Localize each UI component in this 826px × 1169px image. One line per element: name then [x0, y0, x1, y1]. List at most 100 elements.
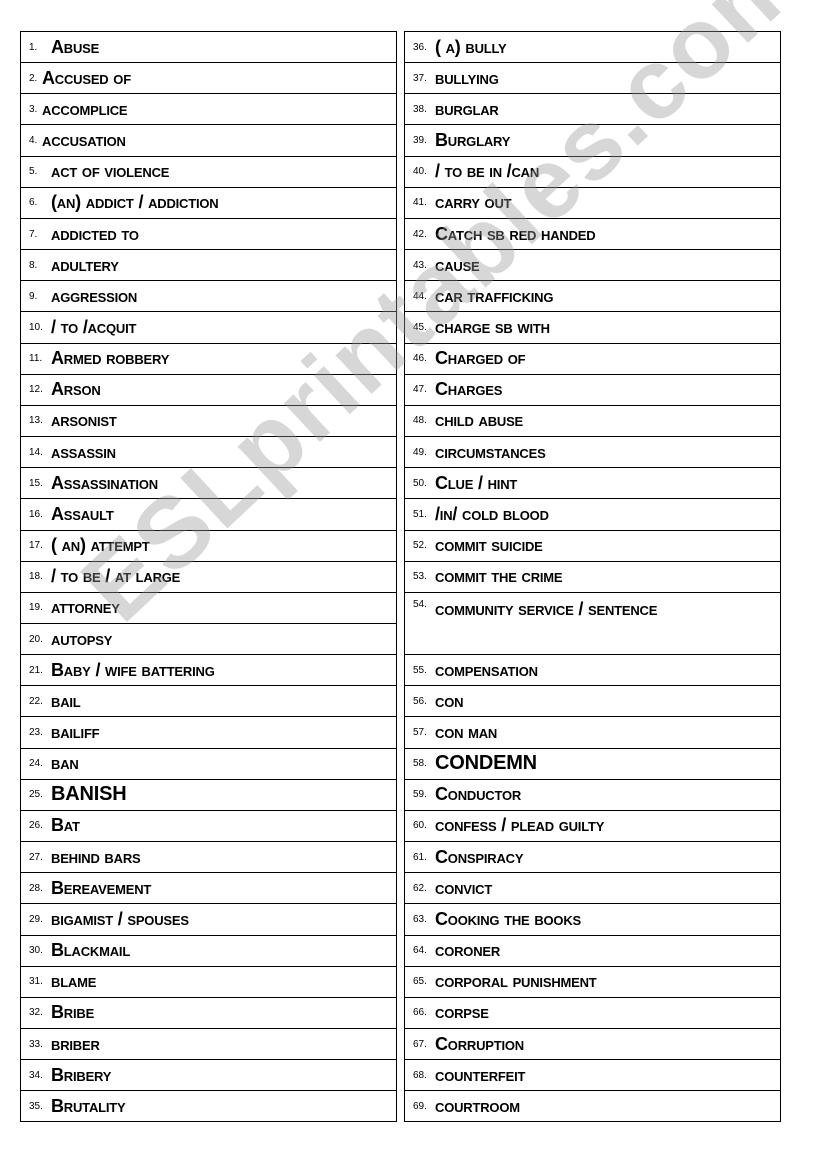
vocabulary-term: / to be / at large — [51, 566, 181, 587]
vocabulary-row: 43. cause — [405, 250, 780, 282]
vocabulary-term: Conspiracy — [435, 846, 524, 867]
vocabulary-term: attorney — [51, 597, 120, 618]
vocabulary-row: 61. Conspiracy — [405, 842, 780, 874]
vocabulary-row: 49. circumstances — [405, 437, 780, 469]
vocabulary-row: 46. Charged of — [405, 344, 780, 375]
vocabulary-term: Conductor — [435, 784, 522, 805]
item-number: 50. — [413, 477, 427, 489]
vocabulary-row: 3. accomplice — [21, 94, 396, 126]
item-number: 61. — [413, 851, 427, 863]
vocabulary-table-left: 1. Abuse 2. Accused of 3. accomplice 4. accusat… — [20, 31, 397, 1123]
vocabulary-row: 45. charge sb with — [405, 312, 780, 344]
item-number: 13. — [29, 415, 43, 427]
vocabulary-row: 67. Corruption — [405, 1029, 780, 1061]
vocabulary-row: 32. Bribe — [21, 998, 396, 1029]
vocabulary-term: bailiff — [51, 722, 100, 743]
vocabulary-row: 21. Baby / wife battering — [21, 655, 396, 687]
item-number: 37. — [413, 72, 427, 84]
vocabulary-row: 44. car trafficking — [405, 281, 780, 313]
item-number: 29. — [29, 913, 43, 925]
item-number: 8. — [29, 259, 38, 271]
vocabulary-term: Baby / wife battering — [51, 659, 215, 680]
vocabulary-row: 28. Bereavement — [21, 873, 396, 905]
vocabulary-row: 59. Conductor — [405, 780, 780, 811]
item-number: 59. — [413, 789, 427, 801]
vocabulary-row: 13. arsonist — [21, 406, 396, 438]
vocabulary-term: charge sb with — [435, 316, 550, 337]
item-number: 63. — [413, 913, 427, 925]
vocabulary-row: 55. compensation — [405, 655, 780, 687]
vocabulary-term: corpse — [435, 1002, 489, 1023]
vocabulary-row: 57. con man — [405, 717, 780, 749]
vocabulary-term: assassin — [51, 441, 116, 462]
vocabulary-term: commit the crime — [435, 566, 563, 587]
vocabulary-row: 2. Accused of — [21, 63, 396, 95]
vocabulary-term: /in/ cold blood — [435, 503, 549, 524]
vocabulary-row: 54. community service / sentence — [405, 593, 780, 656]
vocabulary-row: 11. Armed robbery — [21, 344, 396, 375]
item-number: 9. — [29, 290, 38, 302]
vocabulary-term: Arson — [51, 379, 101, 400]
vocabulary-term: bail — [51, 690, 81, 711]
item-number: 54. — [413, 598, 427, 610]
item-number: 23. — [29, 727, 43, 739]
item-number: 57. — [413, 727, 427, 738]
item-number: 19. — [29, 602, 43, 614]
item-number: 41. — [413, 197, 427, 209]
item-number: 66. — [413, 1007, 427, 1019]
item-number: 64. — [413, 945, 427, 957]
vocabulary-term: bigamist / spouses — [51, 908, 189, 929]
vocabulary-term: Corruption — [435, 1033, 524, 1054]
vocabulary-term: Brutality — [51, 1095, 126, 1116]
item-number: 1. — [29, 41, 38, 53]
item-number: 47. — [413, 384, 427, 396]
item-number: 30. — [29, 945, 43, 957]
vocabulary-row: 35. Brutality — [21, 1091, 396, 1123]
vocabulary-term: Bereavement — [51, 877, 152, 898]
vocabulary-row: 19. attorney — [21, 593, 396, 624]
vocabulary-term: aggression — [51, 285, 138, 306]
vocabulary-row: 10. / to /acquit — [21, 312, 396, 344]
vocabulary-row: 29. bigamist / spouses — [21, 904, 396, 936]
vocabulary-term: briber — [51, 1033, 100, 1054]
item-number: 10. — [29, 321, 43, 333]
vocabulary-term: Bat — [51, 815, 80, 836]
vocabulary-row: 52. commit suicide — [405, 531, 780, 562]
vocabulary-row: 62. convict — [405, 873, 780, 905]
vocabulary-table-right: 36. ( a) bully 37. bullying 38. burglar 39. Bur… — [404, 31, 781, 1123]
vocabulary-term: autopsy — [51, 628, 113, 649]
item-number: 38. — [413, 103, 427, 115]
vocabulary-row: 15. Assassination — [21, 468, 396, 500]
vocabulary-term: Bribery — [51, 1064, 112, 1085]
item-number: 58. — [413, 758, 427, 770]
vocabulary-row: 12. Arson — [21, 375, 396, 406]
vocabulary-term: child abuse — [435, 410, 524, 431]
vocabulary-row: 5. act of violence — [21, 157, 396, 188]
item-number: 46. — [413, 353, 427, 365]
vocabulary-row: 56. con — [405, 686, 780, 718]
vocabulary-row: 40. / to be in /can — [405, 157, 780, 188]
item-number: 3. — [29, 103, 38, 115]
vocabulary-term: / to /acquit — [51, 316, 137, 337]
vocabulary-row: 7. addicted to — [21, 219, 396, 251]
vocabulary-term: carry out — [435, 192, 512, 213]
vocabulary-term: Accused of — [42, 67, 131, 88]
vocabulary-row: 50. Clue / hint — [405, 468, 780, 500]
vocabulary-term: behind bars — [51, 846, 141, 867]
vocabulary-row: 30. Blackmail — [21, 936, 396, 967]
item-number: 35. — [29, 1100, 43, 1112]
vocabulary-term: ban — [51, 753, 79, 774]
item-number: 33. — [29, 1038, 43, 1050]
vocabulary-term: commit suicide — [435, 535, 543, 556]
vocabulary-row: 31. blame — [21, 967, 396, 998]
vocabulary-term: Bribe — [51, 1002, 95, 1023]
vocabulary-term: Charged of — [435, 348, 526, 369]
item-number: 60. — [413, 820, 427, 832]
item-number: 69. — [413, 1100, 427, 1112]
vocabulary-row: 42. Catch sb red handed — [405, 219, 780, 251]
vocabulary-term: Assassination — [51, 472, 158, 493]
item-number: 55. — [413, 664, 427, 676]
vocabulary-row: 63. Cooking the books — [405, 904, 780, 936]
vocabulary-row: 69. courtroom — [405, 1091, 780, 1123]
vocabulary-row: 22. bail — [21, 686, 396, 718]
